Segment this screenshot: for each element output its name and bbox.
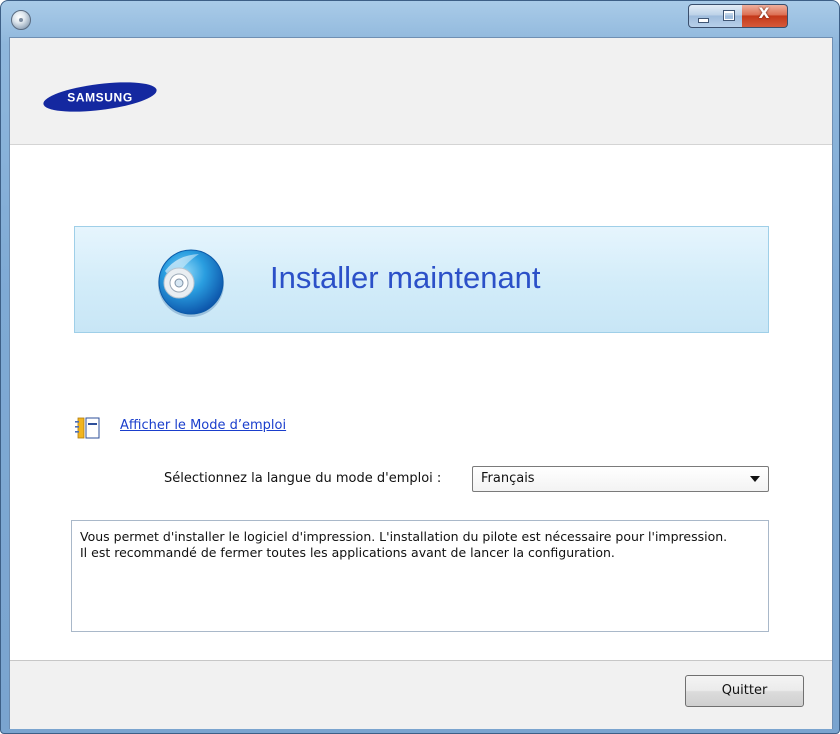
close-button[interactable]: X [742, 4, 788, 28]
user-manual-icon [75, 417, 100, 439]
view-user-manual-link[interactable]: Afficher le Mode d’emploi [120, 418, 286, 433]
manual-language-label: Sélectionnez la langue du mode d'emploi … [164, 471, 442, 486]
description-box: Vous permet d'installer le logiciel d'im… [71, 520, 769, 632]
description-line: Vous permet d'installer le logiciel d'im… [80, 529, 728, 544]
maximize-icon [723, 10, 735, 21]
maximize-button[interactable] [715, 4, 743, 28]
close-icon: X [758, 6, 770, 22]
chevron-down-icon [750, 476, 760, 482]
client-area: SAMSUNG Installer maintenant Afficher le… [9, 37, 833, 729]
manual-language-value: Français [481, 471, 535, 486]
minimize-icon [698, 18, 709, 23]
manual-language-select[interactable]: Français [472, 466, 769, 492]
minimize-button[interactable] [688, 4, 716, 28]
application-window: X SAMSUNG Installer maintenant Afficher … [0, 0, 840, 734]
samsung-logo: SAMSUNG [43, 82, 157, 112]
title-bar[interactable]: X [1, 1, 839, 37]
description-line: Il est recommandé de fermer toutes les a… [80, 545, 615, 560]
install-now-label: Installer maintenant [270, 260, 541, 295]
header: SAMSUNG [10, 38, 832, 145]
quit-button[interactable]: Quitter [685, 675, 804, 707]
brand-text: SAMSUNG [67, 91, 133, 105]
window-system-icon[interactable] [11, 10, 31, 30]
cd-disc-icon [158, 249, 224, 317]
footer: Quitter [10, 660, 832, 729]
install-now-button[interactable]: Installer maintenant [74, 226, 769, 333]
